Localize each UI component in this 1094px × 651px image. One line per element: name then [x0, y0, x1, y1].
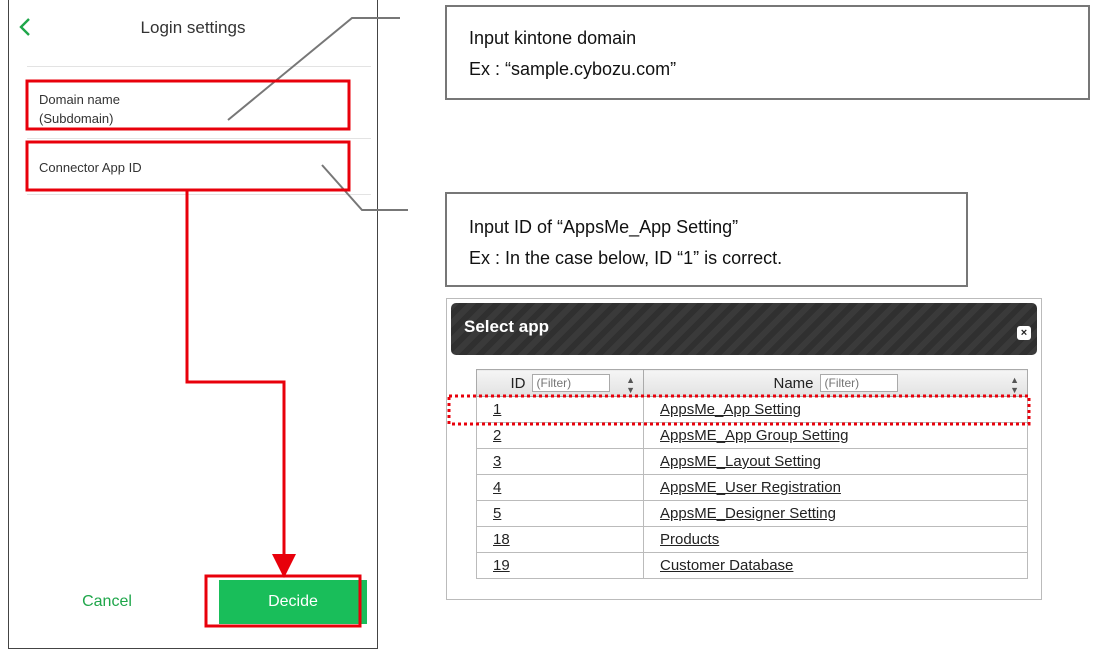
app-name-link[interactable]: AppsMe_App Setting [660, 401, 801, 418]
dialog-title: Select app [464, 317, 550, 336]
name-filter-input[interactable] [819, 374, 898, 392]
table-row[interactable]: 3 AppsME_Layout Setting [476, 448, 1028, 475]
app-name-cell: AppsME_Designer Setting [643, 500, 1028, 527]
app-name-cell: AppsME_App Group Setting [643, 422, 1028, 449]
domain-name-field[interactable] [27, 78, 367, 132]
app-id-callout-line2: Ex : In the case below, ID “1” is correc… [469, 248, 783, 268]
app-id-cell: 5 [476, 500, 644, 527]
app-name-cell: Customer Database [643, 552, 1028, 579]
table-row[interactable]: 19 Customer Database [476, 552, 1028, 579]
app-id-link[interactable]: 18 [493, 531, 510, 548]
app-name-cell: AppsME_Layout Setting [643, 448, 1028, 475]
table-row[interactable]: 4 AppsME_User Registration [476, 474, 1028, 501]
app-id-link[interactable]: 1 [493, 401, 501, 418]
app-id-callout: Input ID of “AppsMe_App Setting” Ex : In… [445, 192, 968, 287]
table-row[interactable]: 1 AppsMe_App Setting [476, 396, 1028, 423]
domain-callout-line2: Ex : “sample.cybozu.com” [469, 59, 677, 79]
apps-table-body: 1 AppsMe_App Setting 2 AppsME_App Group Set… [476, 396, 1028, 579]
app-name-link[interactable]: Products [660, 531, 719, 548]
app-name-link[interactable]: Customer Database [660, 557, 793, 574]
phone-header: Login settings [9, 0, 377, 56]
connector-app-id-field[interactable] [27, 142, 367, 190]
name-column-label: Name [773, 374, 814, 392]
select-app-dialog: Select app × ID ▲▼ Name ▲▼ [446, 298, 1042, 600]
app-id-cell: 1 [476, 396, 644, 423]
page-title: Login settings [140, 18, 246, 37]
sort-icon[interactable]: ▲ ▼ [1010, 375, 1019, 395]
phone-screen: Login settings Domain name (Subdomain) C… [8, 0, 378, 649]
app-id-cell: 4 [476, 474, 644, 501]
sort-icon[interactable]: ▲ ▼ [626, 375, 635, 395]
id-column-header: ID ▲▼ [476, 369, 644, 397]
cancel-button[interactable]: Cancel [57, 584, 157, 620]
app-name-link[interactable]: AppsME_App Group Setting [660, 427, 848, 444]
domain-callout: Input kintone domain Ex : “sample.cybozu… [445, 5, 1090, 100]
decide-button[interactable]: Decide [219, 580, 367, 624]
table-header-row: ID ▲▼ Name ▲▼ [476, 369, 1028, 397]
name-column-header: Name ▲▼ [643, 369, 1028, 397]
table-row[interactable]: 5 AppsME_Designer Setting [476, 500, 1028, 527]
id-column-label: ID [510, 374, 526, 392]
divider [27, 138, 371, 139]
app-id-cell: 2 [476, 422, 644, 449]
app-name-link[interactable]: AppsME_Designer Setting [660, 505, 836, 522]
app-id-link[interactable]: 5 [493, 505, 501, 522]
apps-table: ID ▲▼ Name ▲▼ 1 AppsMe_App Setting 2 AppsME… [476, 369, 1028, 579]
app-id-callout-line1: Input ID of “AppsMe_App Setting” [469, 217, 739, 237]
app-name-link[interactable]: AppsME_Layout Setting [660, 453, 821, 470]
app-id-cell: 3 [476, 448, 644, 475]
close-icon[interactable]: × [1017, 326, 1031, 340]
app-name-cell: AppsME_User Registration [643, 474, 1028, 501]
app-name-cell: Products [643, 526, 1028, 553]
table-row[interactable]: 18 Products [476, 526, 1028, 553]
table-row[interactable]: 2 AppsME_App Group Setting [476, 422, 1028, 449]
app-name-link[interactable]: AppsME_User Registration [660, 479, 841, 496]
divider [27, 194, 371, 195]
app-id-link[interactable]: 2 [493, 427, 501, 444]
app-id-link[interactable]: 3 [493, 453, 501, 470]
dialog-title-bar: Select app × [451, 303, 1037, 355]
domain-callout-line1: Input kintone domain [469, 28, 637, 48]
app-id-cell: 18 [476, 526, 644, 553]
app-name-cell: AppsMe_App Setting [643, 396, 1028, 423]
app-id-cell: 19 [476, 552, 644, 579]
id-filter-input[interactable] [531, 374, 610, 392]
divider [27, 66, 371, 67]
app-id-link[interactable]: 4 [493, 479, 501, 496]
app-id-link[interactable]: 19 [493, 557, 510, 574]
